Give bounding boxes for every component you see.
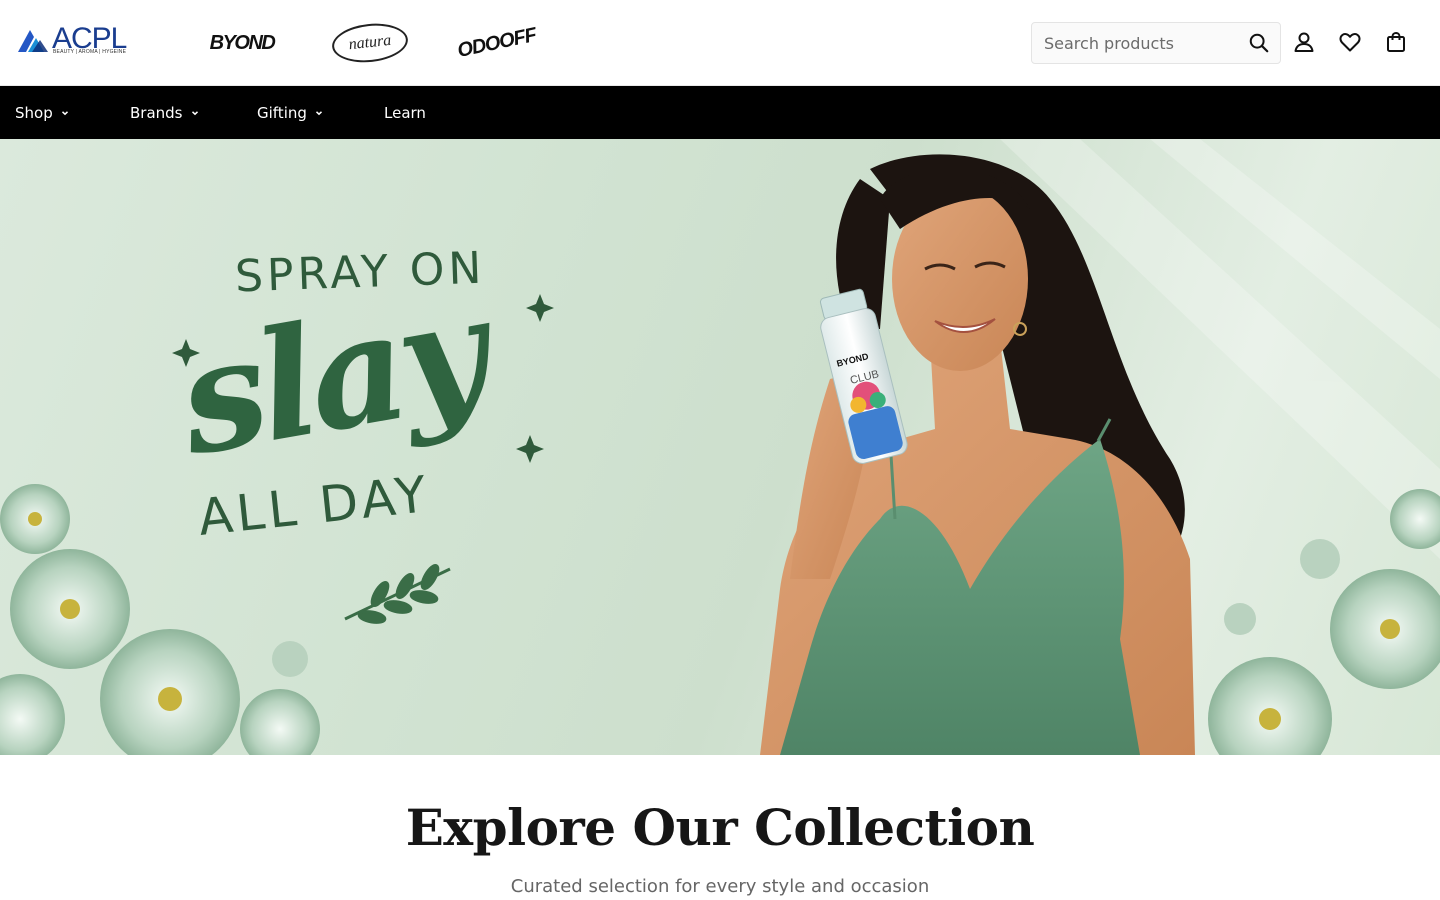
nav-item-learn-label: Learn — [384, 103, 426, 122]
nav-item-brands[interactable]: Brands — [130, 86, 199, 139]
flower-cluster-right — [1208, 489, 1440, 755]
natura-oval: natura — [330, 20, 410, 66]
nav-item-learn[interactable]: Learn — [384, 86, 426, 139]
acpl-logo-mark-icon — [18, 30, 48, 52]
brand-logo-odoff[interactable]: ODOOFF — [455, 18, 539, 68]
main-nav: Shop Brands Gifting Learn — [0, 86, 1440, 139]
heart-icon[interactable] — [1338, 30, 1362, 54]
bag-icon[interactable] — [1384, 30, 1408, 54]
nav-item-gifting[interactable]: Gifting — [257, 86, 323, 139]
collection-subtitle: Curated selection for every style and oc… — [510, 876, 930, 897]
hero-headline: SPRAY ON slay ALL DAY — [160, 239, 580, 639]
chevron-down-icon — [61, 110, 68, 115]
brand-logo-natura-text: natura — [347, 31, 393, 54]
acpl-logo[interactable]: ACPL BEAUTY | AROMA | HYGEINE — [16, 22, 128, 58]
user-icon[interactable] — [1292, 30, 1316, 54]
brand-logo-natura[interactable]: natura — [330, 18, 410, 68]
nav-item-shop[interactable]: Shop — [15, 86, 69, 139]
acpl-logo-tagline: BEAUTY | AROMA | HYGEINE — [53, 49, 127, 55]
brand-logo-byond[interactable]: BYOND — [200, 18, 284, 68]
search-box — [1031, 22, 1281, 64]
nav-item-brands-label: Brands — [130, 103, 183, 122]
brand-logo-odoff-text: ODOOFF — [455, 23, 539, 62]
site-header: ACPL BEAUTY | AROMA | HYGEINE BYOND natu… — [0, 0, 1440, 86]
chevron-down-icon — [191, 110, 198, 115]
hero-line-slay: slay — [167, 264, 495, 490]
nav-item-gifting-label: Gifting — [257, 103, 307, 122]
brand-logo-byond-text: BYOND — [209, 31, 276, 54]
chevron-down-icon — [315, 110, 322, 115]
collection-title: Explore Our Collection — [405, 798, 1035, 857]
hero-banner[interactable]: BYOND CLUB SPRAY ON slay ALL DAY — [0, 139, 1440, 755]
search-icon[interactable] — [1248, 32, 1270, 54]
search-input[interactable] — [1032, 23, 1238, 63]
nav-item-shop-label: Shop — [15, 103, 53, 122]
